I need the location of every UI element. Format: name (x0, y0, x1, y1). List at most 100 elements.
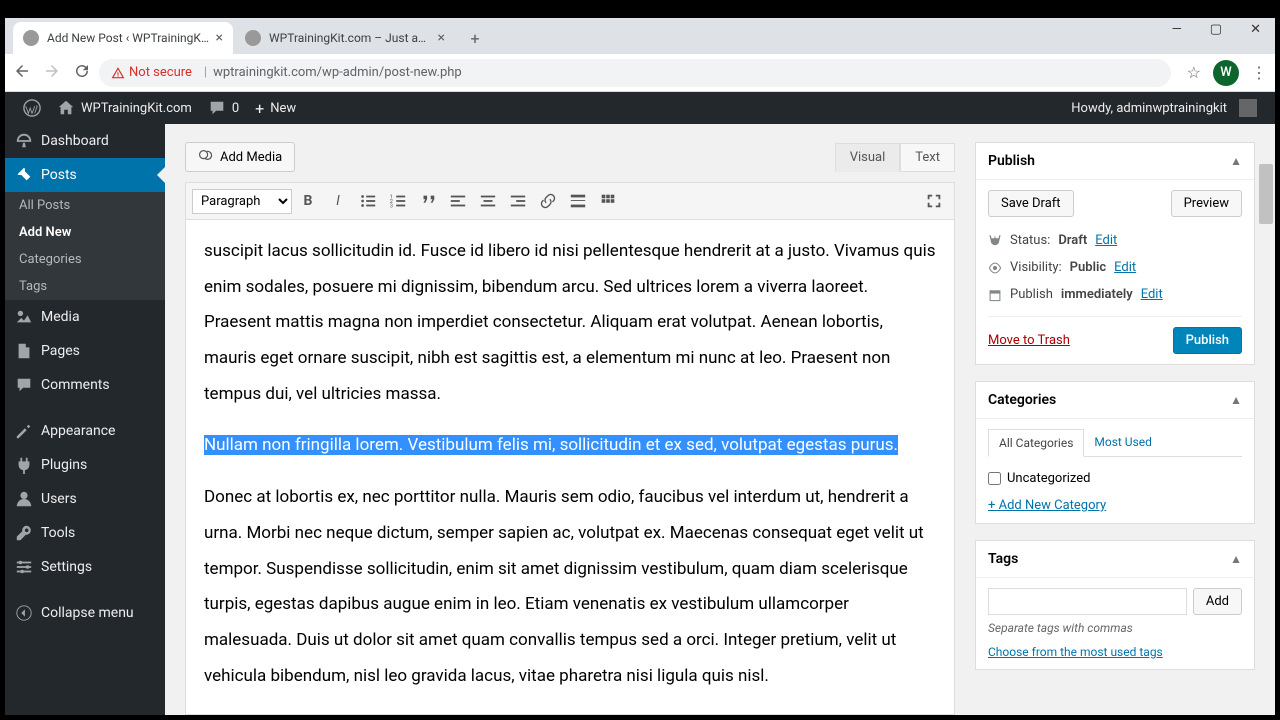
editor-tab-visual[interactable]: Visual (835, 143, 901, 172)
bookmark-button[interactable]: ☆ (1187, 63, 1201, 82)
choose-tags-link[interactable]: Choose from the most used tags (988, 645, 1242, 659)
security-warning[interactable]: Not secure (111, 65, 192, 80)
readmore-button[interactable] (564, 187, 592, 215)
close-icon[interactable]: × (438, 30, 445, 46)
tags-hint: Separate tags with commas (988, 621, 1242, 635)
browser-menu-button[interactable]: ⋮ (1251, 63, 1267, 82)
italic-button[interactable]: I (324, 187, 352, 215)
paragraph: Donec at lobortis ex, nec porttitor null… (204, 480, 936, 694)
scrollbar-thumb[interactable] (1259, 164, 1273, 224)
back-button[interactable] (13, 62, 31, 84)
sidebar-item-dashboard[interactable]: Dashboard (5, 124, 165, 158)
minimize-button[interactable]: — (1166, 22, 1188, 37)
sidebar-item-plugins[interactable]: Plugins (5, 448, 165, 482)
submenu-categories[interactable]: Categories (5, 246, 165, 273)
align-center-button[interactable] (474, 187, 502, 215)
edit-publish-link[interactable]: Edit (1141, 287, 1163, 302)
submenu-tags[interactable]: Tags (5, 273, 165, 300)
toggle-icon[interactable]: ▲ (1230, 154, 1242, 168)
edit-visibility-link[interactable]: Edit (1114, 260, 1136, 275)
security-warning-label: Not secure (129, 65, 192, 80)
category-checkbox[interactable] (988, 472, 1001, 485)
add-media-label: Add Media (220, 150, 282, 165)
quote-button[interactable] (414, 187, 442, 215)
format-select[interactable]: Paragraph (192, 189, 292, 214)
address-bar: Not secure | wptrainingkit.com/wp-admin/… (5, 54, 1275, 92)
preview-button[interactable]: Preview (1171, 190, 1242, 217)
howdy-account[interactable]: Howdy, adminwptrainingkit (1063, 92, 1265, 124)
sidebar-label: Settings (41, 559, 92, 575)
sidebar-item-comments[interactable]: Comments (5, 368, 165, 402)
close-button[interactable]: ✕ (1244, 22, 1267, 37)
browser-tab-active[interactable]: Add New Post ‹ WPTrainingKit.co × (13, 22, 233, 54)
sidebar-item-users[interactable]: Users (5, 482, 165, 516)
bullet-list-button[interactable] (354, 187, 382, 215)
toggle-icon[interactable]: ▲ (1230, 552, 1242, 566)
category-checkbox-row[interactable]: Uncategorized (988, 467, 1242, 490)
publish-time-label: Publish (1010, 287, 1053, 302)
submenu-add-new[interactable]: Add New (5, 219, 165, 246)
tags-title: Tags (988, 551, 1018, 567)
toolbar-toggle-button[interactable] (594, 187, 622, 215)
new-tab-button[interactable]: + (461, 24, 489, 52)
url-input[interactable]: Not secure | wptrainingkit.com/wp-admin/… (99, 59, 1171, 87)
wp-logo-menu[interactable] (15, 92, 49, 124)
main-content: Add Media Visual Text Paragraph B I 123 (165, 124, 1275, 715)
link-button[interactable] (534, 187, 562, 215)
add-new-category-link[interactable]: + Add New Category (988, 498, 1242, 513)
maximize-button[interactable]: ▢ (1204, 22, 1228, 37)
reload-button[interactable] (73, 62, 91, 84)
save-draft-button[interactable]: Save Draft (988, 190, 1074, 217)
browser-titlebar: Add New Post ‹ WPTrainingKit.co × WPTrai… (5, 18, 1275, 54)
publish-time-value: immediately (1061, 287, 1133, 302)
forward-button[interactable] (43, 62, 61, 84)
align-right-button[interactable] (504, 187, 532, 215)
sidebar-item-tools[interactable]: Tools (5, 516, 165, 550)
url-text: wptrainingkit.com/wp-admin/post-new.php (213, 65, 462, 80)
editor-content[interactable]: suscipit lacus sollicitudin id. Fusce id… (185, 220, 955, 715)
editor-tab-text[interactable]: Text (900, 143, 955, 172)
sidebar-label: Media (41, 309, 80, 325)
tab-most-used[interactable]: Most Used (1084, 429, 1162, 456)
tags-box: Tags ▲ Add Separate tags with commas Choo… (975, 540, 1255, 670)
sidebar-label: Tools (41, 525, 75, 541)
sidebar-collapse[interactable]: Collapse menu (5, 596, 165, 630)
toggle-icon[interactable]: ▲ (1230, 393, 1242, 407)
add-tag-button[interactable]: Add (1193, 588, 1242, 615)
categories-title: Categories (988, 392, 1056, 408)
sidebar-item-settings[interactable]: Settings (5, 550, 165, 584)
site-name-link[interactable]: WPTrainingKit.com (49, 92, 200, 124)
visibility-value: Public (1070, 260, 1106, 275)
sidebar-label: Pages (41, 343, 80, 359)
comments-link[interactable]: 0 (200, 92, 247, 124)
status-value: Draft (1058, 233, 1087, 248)
fullscreen-button[interactable] (920, 187, 948, 215)
edit-status-link[interactable]: Edit (1095, 233, 1117, 248)
favicon (23, 30, 39, 46)
category-label: Uncategorized (1007, 471, 1090, 486)
close-icon[interactable]: × (216, 30, 223, 46)
new-content-link[interactable]: +New (247, 92, 304, 124)
numbered-list-button[interactable]: 123 (384, 187, 412, 215)
comments-count: 0 (232, 101, 239, 116)
tab-all-categories[interactable]: All Categories (988, 429, 1084, 457)
favicon (245, 30, 261, 46)
publish-button[interactable]: Publish (1173, 327, 1242, 354)
move-to-trash-link[interactable]: Move to Trash (988, 333, 1070, 348)
editor-toolbar: Paragraph B I 123 (185, 182, 955, 220)
wp-adminbar: WPTrainingKit.com 0 +New Howdy, adminwpt… (5, 92, 1275, 124)
sidebar-label: Appearance (41, 423, 115, 439)
sidebar-item-appearance[interactable]: Appearance (5, 414, 165, 448)
sidebar-item-posts[interactable]: Posts (5, 158, 165, 192)
bold-button[interactable]: B (294, 187, 322, 215)
sidebar-item-media[interactable]: Media (5, 300, 165, 334)
sidebar-item-pages[interactable]: Pages (5, 334, 165, 368)
submenu-all-posts[interactable]: All Posts (5, 192, 165, 219)
add-media-button[interactable]: Add Media (185, 142, 295, 172)
profile-avatar[interactable]: W (1213, 60, 1239, 86)
scrollbar[interactable] (1259, 124, 1273, 715)
sidebar-label: Posts (41, 167, 77, 183)
tags-input[interactable] (988, 588, 1187, 615)
align-left-button[interactable] (444, 187, 472, 215)
browser-tab[interactable]: WPTrainingKit.com – Just anothe × (235, 22, 455, 54)
